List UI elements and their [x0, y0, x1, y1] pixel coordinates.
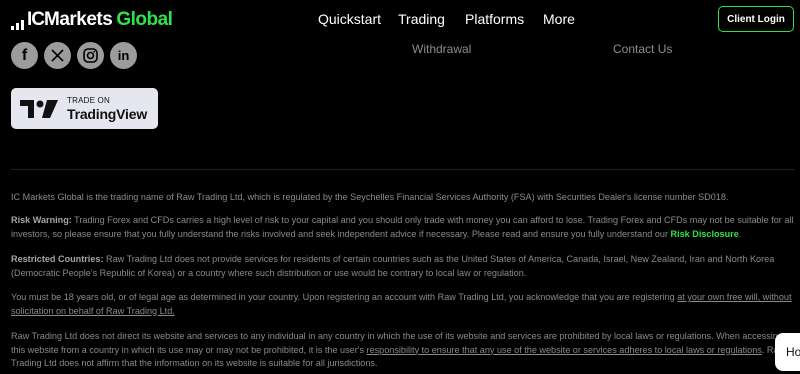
- legal-p1: IC Markets Global is the trading name of…: [11, 192, 729, 202]
- footer-divider: [11, 169, 795, 170]
- brand-logo[interactable]: IC Markets Global: [11, 9, 173, 30]
- restricted-countries-text: Raw Trading Ltd does not provide service…: [11, 254, 775, 278]
- instagram-glyph: [83, 48, 98, 63]
- risk-warning-label: Risk Warning:: [11, 215, 72, 225]
- instagram-icon[interactable]: [77, 42, 104, 69]
- tradingview-big: TradingView: [67, 105, 148, 122]
- linkedin-glyph: in: [117, 48, 130, 63]
- tradingview-badge[interactable]: TRADE ON TradingView: [11, 88, 158, 129]
- chat-widget-button[interactable]: Ho: [775, 333, 800, 371]
- legal-company-info: IC Markets Global is the trading name of…: [11, 191, 795, 205]
- facebook-icon[interactable]: f: [11, 42, 38, 69]
- logo-bars-icon: [11, 18, 24, 30]
- nav-quickstart[interactable]: Quickstart: [318, 11, 381, 27]
- legal-restricted-countries: Restricted Countries: Raw Trading Ltd do…: [11, 253, 795, 280]
- x-icon[interactable]: [44, 42, 71, 69]
- risk-warning-end: .: [738, 228, 742, 239]
- nav-platforms[interactable]: Platforms: [465, 11, 524, 27]
- local-laws-link[interactable]: responsibility to ensure that any use of…: [367, 345, 762, 355]
- footer-link-withdrawal[interactable]: Withdrawal: [412, 42, 471, 56]
- age-requirement-text: You must be 18 years old, or of legal ag…: [11, 292, 678, 302]
- tradingview-text: TRADE ON TradingView: [67, 95, 148, 122]
- legal-age-requirement: You must be 18 years old, or of legal ag…: [11, 291, 795, 318]
- client-login-button[interactable]: Client Login: [718, 6, 794, 32]
- nav-more[interactable]: More: [543, 11, 575, 27]
- x-glyph: [51, 49, 64, 62]
- logo-name: Markets: [44, 9, 113, 30]
- linkedin-icon[interactable]: in: [110, 42, 137, 69]
- restricted-countries-label: Restricted Countries:: [11, 254, 104, 264]
- facebook-glyph: f: [21, 46, 28, 64]
- tradingview-small: TRADE ON: [67, 95, 110, 105]
- social-links: f in: [11, 42, 137, 69]
- logo-suffix: Global: [116, 9, 173, 30]
- footer-link-contact[interactable]: Contact Us: [613, 42, 672, 56]
- nav-trading[interactable]: Trading: [398, 11, 445, 27]
- risk-disclosure-link[interactable]: Risk Disclosure: [671, 229, 739, 239]
- tradingview-logo-icon: [20, 99, 58, 118]
- logo-prefix: IC: [27, 9, 45, 30]
- legal-risk-warning: Risk Warning: Trading Forex and CFDs car…: [11, 214, 795, 241]
- legal-jurisdiction: Raw Trading Ltd does not direct its webs…: [11, 330, 795, 371]
